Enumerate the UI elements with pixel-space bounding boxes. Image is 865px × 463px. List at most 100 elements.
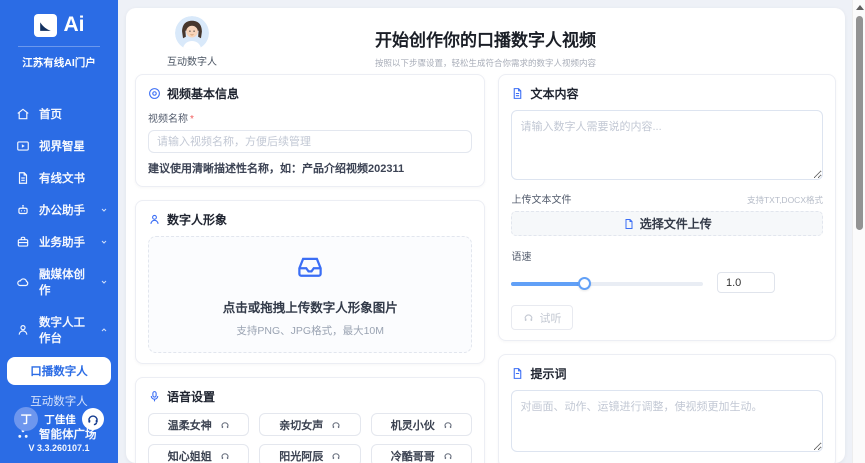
avatar-card-header: 数字人形象 — [148, 211, 472, 228]
avatar-image-card: 数字人形象 点击或拖拽上传数字人形象图片 支持PNG、JPG格式，最大10M — [135, 200, 485, 364]
card-title: 语音设置 — [167, 388, 215, 405]
sidebar-subitem-label: 口播数字人 — [30, 363, 88, 379]
headphone-icon — [220, 420, 230, 430]
chevron-up-icon — [100, 326, 108, 334]
avatar-label: 互动数字人 — [167, 53, 217, 68]
briefcase-icon — [16, 235, 30, 249]
voice-option-button[interactable]: 温柔女神 — [148, 413, 249, 436]
upload-format-hint: 支持TXT,DOCX格式 — [747, 194, 823, 206]
voice-option-button[interactable]: 阳光阿辰 — [259, 444, 360, 463]
voice-option-button[interactable]: 冷酷哥哥 — [371, 444, 473, 463]
chevron-down-icon — [100, 206, 108, 214]
prompt-textarea[interactable] — [511, 390, 823, 452]
file-text-icon — [511, 87, 524, 100]
interactive-avatar-entry[interactable]: 互动数字人 — [167, 16, 217, 68]
version-label: V 3.3.260107.1 — [0, 443, 118, 453]
sidebar-item-documents[interactable]: 有线文书 — [0, 162, 118, 194]
prompt-card: 提示词 — [498, 354, 836, 463]
vertical-scrollbar[interactable] — [852, 0, 865, 463]
customer-service-icon[interactable] — [82, 408, 104, 430]
upload-sub-text: 支持PNG、JPG格式，最大10M — [149, 323, 471, 338]
page-subtitle: 按照以下步骤设置，轻松生成符合你需求的数字人视频内容 — [135, 57, 836, 69]
microphone-icon — [148, 390, 161, 403]
upload-main-text: 点击或拖拽上传数字人形象图片 — [149, 297, 471, 316]
scrollbar-thumb[interactable] — [856, 16, 863, 230]
sidebar-item-vision-star[interactable]: 视界智星 — [0, 130, 118, 162]
sidebar-item-label: 有线文书 — [39, 170, 85, 186]
page-header: 互动数字人 开始创作你的口播数字人视频 按照以下步骤设置，轻松生成符合你需求的数… — [135, 16, 836, 68]
video-info-header: 视频基本信息 — [148, 85, 472, 102]
file-text-icon — [511, 367, 524, 380]
speed-label: 语速 — [511, 248, 823, 263]
slider-thumb[interactable] — [578, 277, 591, 290]
voice-option-button[interactable]: 亲切女声 — [259, 413, 360, 436]
sidebar-item-media-creation[interactable]: 融媒体创作 — [0, 258, 118, 306]
upload-file-row: 上传文本文件 支持TXT,DOCX格式 — [511, 191, 823, 206]
required-mark: * — [190, 114, 194, 125]
sidebar-item-digital-human-workbench[interactable]: 数字人工作台 — [0, 306, 118, 354]
right-column: 文本内容 上传文本文件 支持TXT,DOCX格式 选择文件上传 — [498, 74, 836, 463]
speed-slider[interactable] — [511, 277, 703, 289]
sidebar-item-office-assistant[interactable]: 办公助手 — [0, 194, 118, 226]
video-icon — [16, 139, 30, 153]
voice-card-header: 语音设置 — [148, 388, 472, 405]
text-card-header: 文本内容 — [511, 85, 823, 102]
home-icon — [16, 107, 30, 121]
chevron-down-icon — [100, 238, 108, 246]
logo-flag-icon — [34, 14, 57, 37]
header-titles: 开始创作你的口播数字人视频 按照以下步骤设置，轻松生成符合你需求的数字人视频内容 — [135, 16, 836, 69]
cloud-icon — [16, 275, 30, 289]
video-name-helper: 建议使用清晰描述性名称，如：产品介绍视频202311 — [148, 160, 472, 176]
card-title: 提示词 — [530, 365, 566, 382]
voice-option-button[interactable]: 机灵小伙 — [371, 413, 473, 436]
sidebar-footer: 丁 丁佳佳 V 3.3.260107.1 — [0, 407, 118, 453]
sidebar-item-label: 首页 — [39, 106, 62, 122]
video-name-label: 视频名称* — [148, 110, 472, 125]
slider-fill — [511, 282, 584, 286]
upload-file-label: 上传文本文件 — [511, 191, 571, 206]
logo-divider — [18, 46, 100, 47]
sidebar-item-home[interactable]: 首页 — [0, 98, 118, 130]
sidebar-subitem-broadcast-digital-human[interactable]: 口播数字人 — [7, 357, 111, 385]
listen-preview-button[interactable]: 试听 — [511, 305, 573, 330]
sidebar-item-business-assistant[interactable]: 业务助手 — [0, 226, 118, 258]
app-root: Ai 江苏有线AI门户 首页 视界智星 有线文书 — [0, 0, 865, 463]
left-column: 视频基本信息 视频名称* 建议使用清晰描述性名称，如：产品介绍视频202311 — [135, 74, 485, 463]
document-icon — [16, 171, 30, 185]
main-content: 互动数字人 开始创作你的口播数字人视频 按照以下步骤设置，轻松生成符合你需求的数… — [118, 0, 865, 463]
portal-name: 江苏有线AI门户 — [0, 55, 118, 70]
headphone-icon — [331, 420, 341, 430]
sidebar-item-label: 业务助手 — [39, 234, 85, 250]
speed-row — [511, 272, 823, 293]
choose-file-button[interactable]: 选择文件上传 — [511, 211, 823, 236]
page-title: 开始创作你的口播数字人视频 — [135, 26, 836, 51]
card-title: 视频基本信息 — [167, 85, 239, 102]
text-content-card: 文本内容 上传文本文件 支持TXT,DOCX格式 选择文件上传 — [498, 74, 836, 341]
user-row: 丁 丁佳佳 — [0, 407, 118, 431]
voice-option-button[interactable]: 知心姐姐 — [148, 444, 249, 463]
scrollbar-up-arrow[interactable] — [856, 5, 864, 10]
headphone-icon — [443, 451, 453, 461]
sidebar-item-label: 视界智星 — [39, 138, 85, 154]
video-info-card: 视频基本信息 视频名称* 建议使用清晰描述性名称，如：产品介绍视频202311 — [135, 74, 485, 187]
avatar-upload-dropzone[interactable]: 点击或拖拽上传数字人形象图片 支持PNG、JPG格式，最大10M — [148, 236, 472, 353]
user-icon — [148, 213, 161, 226]
user-name: 丁佳佳 — [44, 412, 76, 427]
prompt-card-header: 提示词 — [511, 365, 823, 382]
sidebar: Ai 江苏有线AI门户 首页 视界智星 有线文书 — [0, 0, 118, 463]
headphone-icon — [220, 451, 230, 461]
voice-settings-card: 语音设置 温柔女神 亲切女声 机灵 — [135, 377, 485, 463]
person-icon — [16, 323, 30, 337]
inbox-upload-icon — [295, 269, 325, 286]
script-textarea[interactable] — [511, 110, 823, 180]
sidebar-item-label: 办公助手 — [39, 202, 85, 218]
chevron-down-icon — [100, 278, 108, 286]
card-title: 文本内容 — [530, 85, 578, 102]
info-circle-icon — [148, 87, 161, 100]
sidebar-item-label: 融媒体创作 — [39, 266, 91, 298]
voice-grid: 温柔女神 亲切女声 机灵小伙 — [148, 413, 472, 463]
speed-value-input[interactable] — [717, 272, 775, 293]
card-title: 数字人形象 — [167, 211, 227, 228]
video-name-input[interactable] — [148, 130, 472, 153]
user-avatar[interactable]: 丁 — [14, 407, 38, 431]
